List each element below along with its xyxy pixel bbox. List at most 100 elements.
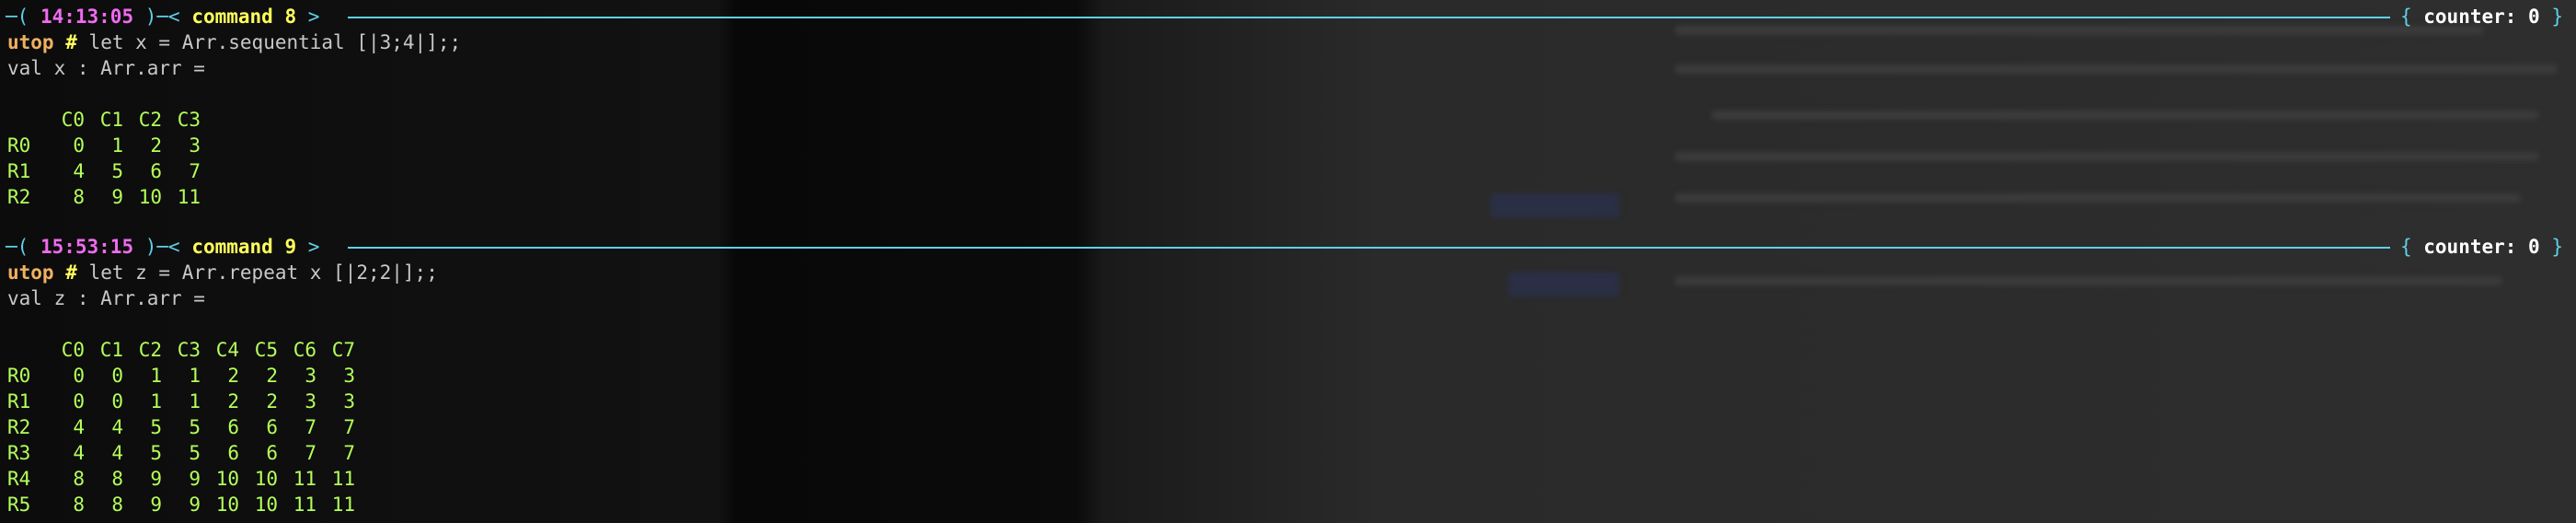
array-cell: 9: [150, 494, 162, 516]
array-cell: 6: [227, 416, 239, 438]
row-label: R0: [7, 134, 31, 157]
array-row: R4 8 8 9 9 10 10 11 11: [7, 466, 355, 492]
column-header: C4: [215, 339, 239, 361]
array-cell: 3: [189, 134, 201, 157]
output-header: val x : Arr.arr =: [7, 57, 205, 79]
prompt-hash: #: [65, 262, 77, 284]
array-cell: 2: [227, 365, 239, 387]
array-header-row: C0 C1 C2 C3 C4 C5 C6 C7: [7, 337, 355, 363]
array-cell: 4: [111, 442, 123, 464]
array-cell: 0: [73, 390, 85, 413]
command-input: let z = Arr.repeat x [|2;2|];;: [88, 262, 438, 284]
output-header: val z : Arr.arr =: [7, 287, 205, 309]
array-row: R0 0 1 2 3: [7, 133, 201, 158]
array-row: R2 8 9 10 11: [7, 184, 201, 210]
array-cell: 9: [189, 494, 201, 516]
array-cell: 4: [111, 416, 123, 438]
row-label: R3: [7, 442, 31, 464]
command-number: command 9: [191, 236, 297, 258]
counter-label: counter: 0: [2423, 236, 2540, 258]
array-cell: 9: [150, 468, 162, 490]
array-cell: 4: [73, 442, 85, 464]
array-cell: 10: [254, 468, 278, 490]
row-label: R1: [7, 390, 31, 413]
array-cell: 3: [305, 365, 316, 387]
row-label: R2: [7, 416, 31, 438]
array-cell: 0: [73, 134, 85, 157]
array-cell: 4: [73, 416, 85, 438]
array-cell: 0: [111, 390, 123, 413]
column-header: C3: [177, 109, 201, 131]
array-cell: 2: [227, 390, 239, 413]
array-output-table: C0 C1 C2 C3 C4 C5 C6 C7 R0 0 0 1 1 2 2 3 3 R1 0 0 1 1 2 2 3 3 R2 4 4…: [7, 337, 355, 517]
terminal-window[interactable]: ─( 14:13:05 )─< command 8 > { counter: 0…: [0, 0, 2576, 523]
column-header: C6: [293, 339, 316, 361]
prompt-hash: #: [65, 31, 77, 53]
array-cell: 4: [73, 160, 85, 182]
array-cell: 1: [111, 134, 123, 157]
array-header-row: C0 C1 C2 C3: [7, 107, 201, 133]
timestamp: 15:53:15: [40, 236, 134, 258]
array-row: R5 8 8 9 9 10 10 11 11: [7, 492, 355, 517]
array-cell: 7: [343, 416, 355, 438]
array-cell: 8: [73, 494, 85, 516]
array-cell: 11: [177, 186, 201, 208]
array-cell: 11: [331, 494, 355, 516]
utop-prompt: utop: [7, 31, 54, 53]
array-cell: 3: [343, 390, 355, 413]
array-cell: 11: [331, 468, 355, 490]
array-row: R1 4 5 6 7: [7, 158, 201, 184]
column-header: C5: [254, 339, 278, 361]
input-line: utop # let z = Arr.repeat x [|2;2|];;: [7, 260, 438, 285]
column-header: C2: [138, 339, 162, 361]
array-cell: 7: [305, 416, 316, 438]
array-cell: 3: [343, 365, 355, 387]
prompt-status-line: ─( 15:53:15 )─< command 9 > { counter: 0…: [6, 236, 2563, 258]
prompt-status-line: ─( 14:13:05 )─< command 8 > { counter: 0…: [6, 6, 2563, 28]
array-cell: 10: [138, 186, 162, 208]
array-cell: 5: [189, 416, 201, 438]
array-cell: 0: [73, 365, 85, 387]
array-cell: 6: [266, 416, 278, 438]
column-header: C0: [61, 339, 85, 361]
array-cell: 0: [111, 365, 123, 387]
array-cell: 11: [293, 468, 316, 490]
array-cell: 1: [150, 365, 162, 387]
array-cell: 5: [189, 442, 201, 464]
array-cell: 2: [266, 390, 278, 413]
array-cell: 11: [293, 494, 316, 516]
column-header: C7: [331, 339, 355, 361]
timestamp: 14:13:05: [40, 6, 134, 28]
array-cell: 2: [266, 365, 278, 387]
array-cell: 1: [150, 390, 162, 413]
row-label: R4: [7, 468, 31, 490]
array-cell: 1: [189, 390, 201, 413]
array-cell: 6: [150, 160, 162, 182]
array-cell: 6: [227, 442, 239, 464]
array-cell: 10: [215, 494, 239, 516]
array-row: R2 4 4 5 5 6 6 7 7: [7, 414, 355, 440]
column-header: C1: [99, 109, 123, 131]
column-header: C3: [177, 339, 201, 361]
command-input: let x = Arr.sequential [|3;4|];;: [88, 31, 462, 53]
row-label: R1: [7, 160, 31, 182]
array-cell: 8: [73, 468, 85, 490]
array-cell: 7: [189, 160, 201, 182]
array-row: R3 4 4 5 5 6 6 7 7: [7, 440, 355, 466]
input-line: utop # let x = Arr.sequential [|3;4|];;: [7, 29, 461, 55]
array-row: R1 0 0 1 1 2 2 3 3: [7, 389, 355, 414]
array-corner-cell: [7, 337, 46, 363]
array-cell: 10: [254, 494, 278, 516]
array-cell: 8: [111, 494, 123, 516]
array-cell: 6: [266, 442, 278, 464]
row-label: R0: [7, 365, 31, 387]
array-corner-cell: [7, 107, 46, 133]
array-cell: 3: [305, 390, 316, 413]
column-header: C1: [99, 339, 123, 361]
array-cell: 9: [111, 186, 123, 208]
column-header: C0: [61, 109, 85, 131]
array-cell: 5: [111, 160, 123, 182]
array-output-table: C0 C1 C2 C3 R0 0 1 2 3 R1 4 5 6 7 R2 8 9 10 11: [7, 107, 201, 210]
array-row: R0 0 0 1 1 2 2 3 3: [7, 363, 355, 389]
utop-prompt: utop: [7, 262, 54, 284]
